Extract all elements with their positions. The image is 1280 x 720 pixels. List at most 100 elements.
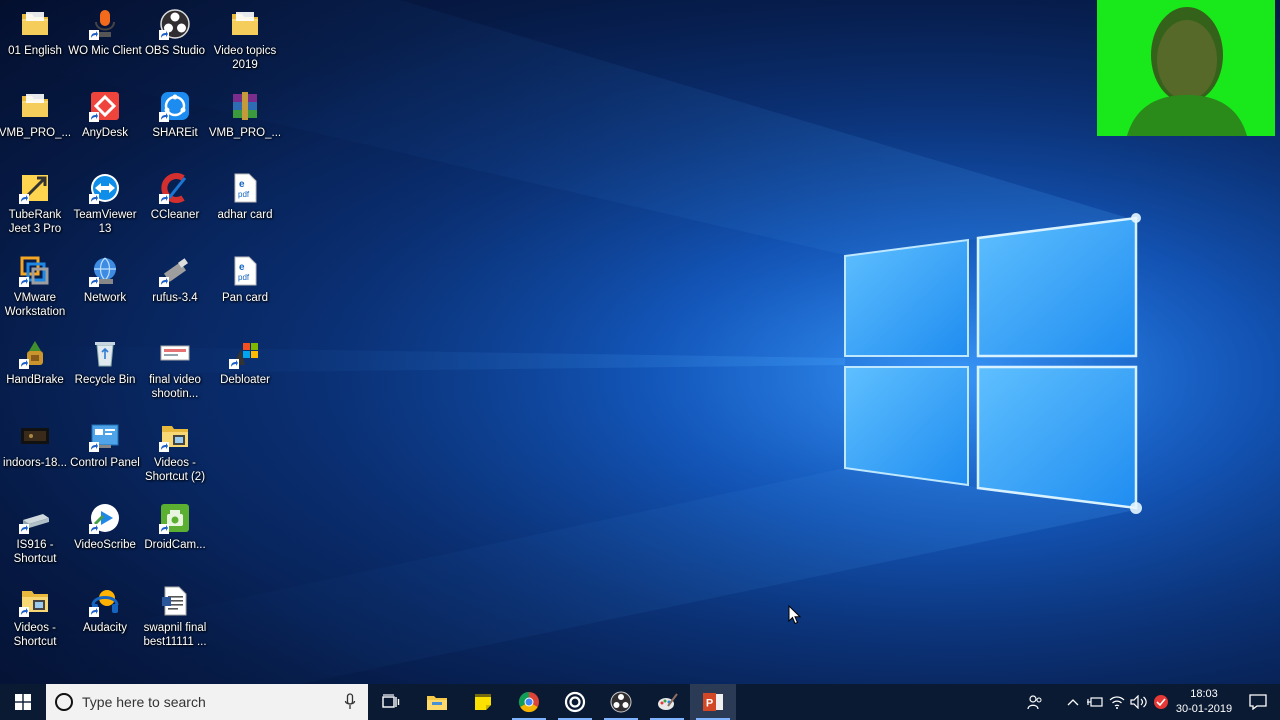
- desktop-icon-label: Videos - Shortcut (2): [144, 457, 206, 483]
- desktop-icon-label: Videos - Shortcut: [13, 622, 57, 648]
- svg-text:e: e: [239, 262, 245, 273]
- file-explorer-button[interactable]: [414, 684, 460, 720]
- desktop-icon[interactable]: Videos - Shortcut (2): [140, 416, 210, 496]
- taskbar: Type here to search P 18:03 30-01-2019: [0, 684, 1280, 720]
- desktop-icon[interactable]: SHAREit: [140, 86, 210, 166]
- winrar-icon: [229, 90, 261, 122]
- vmware-icon: [19, 255, 51, 287]
- desktop-icon[interactable]: OBS Studio: [140, 4, 210, 84]
- desktop-icon-label: TubeRank Jeet 3 Pro: [8, 209, 62, 235]
- desktop-icon[interactable]: HandBrake: [0, 333, 70, 413]
- desktop-icon[interactable]: AnyDesk: [70, 86, 140, 166]
- rufus-icon: [159, 255, 191, 287]
- folder-icon: [229, 8, 261, 40]
- people-button[interactable]: [1024, 684, 1046, 720]
- desktop-icon[interactable]: swapnil final best11111 ...: [140, 581, 210, 661]
- desktop-icon[interactable]: e pdf Pan card: [210, 251, 280, 331]
- audacity-icon: [89, 585, 121, 617]
- desktop-icon-label: Recycle Bin: [74, 374, 136, 386]
- svg-text:e: e: [239, 179, 245, 190]
- desktop-icon-label: indoors-18...: [3, 457, 67, 469]
- desktop-icon[interactable]: VMB_PRO_...: [209, 86, 281, 166]
- obs-icon: [159, 8, 191, 40]
- microphone-icon[interactable]: [344, 693, 356, 711]
- desktop-icon[interactable]: Debloater: [210, 333, 280, 413]
- desktop-icon-label: Debloater: [220, 374, 270, 386]
- desktop-icon[interactable]: Video topics 2019: [210, 4, 280, 84]
- desktop-icon-label: 01 English: [8, 45, 62, 57]
- desktop-icon[interactable]: IS916 - Shortcut: [0, 498, 70, 578]
- battery-tray-button[interactable]: [1084, 684, 1106, 720]
- desktop-icon-label: WO Mic Client: [68, 45, 142, 57]
- desktop-icon[interactable]: TubeRank Jeet 3 Pro: [0, 168, 70, 248]
- desktop-icon-label: Pan card: [221, 292, 269, 304]
- desktop-icon[interactable]: 01 English: [0, 4, 70, 84]
- people-icon: [1027, 695, 1042, 710]
- recorder-button[interactable]: [552, 684, 598, 720]
- volume-tray-button[interactable]: [1128, 684, 1150, 720]
- videos-folder-icon: [159, 420, 191, 452]
- security-tray-button[interactable]: [1150, 684, 1172, 720]
- search-box[interactable]: Type here to search: [46, 684, 368, 720]
- svg-text:P: P: [706, 698, 713, 710]
- desktop-icon-grid: 01 English WO Mic Client OBS Studio Video t…: [0, 0, 290, 680]
- desktop-icon-label: VideoScribe: [74, 539, 136, 551]
- desktop-icon-label: final video shootin...: [149, 374, 201, 400]
- task-view-button[interactable]: [368, 684, 414, 720]
- start-button[interactable]: [0, 684, 46, 720]
- obs-studio-button[interactable]: [598, 684, 644, 720]
- network-icon: [89, 255, 121, 287]
- folder-icon: [19, 8, 51, 40]
- desktop-icon[interactable]: rufus-3.4: [140, 251, 210, 331]
- powerpoint-button[interactable]: P: [690, 684, 736, 720]
- obs-icon: [610, 691, 632, 713]
- shareit-icon: [159, 90, 191, 122]
- action-center-button[interactable]: [1236, 684, 1280, 720]
- desktop-icon[interactable]: Audacity: [70, 581, 140, 661]
- desktop-icon[interactable]: VMware Workstation: [0, 251, 70, 331]
- folder-icon: [19, 90, 51, 122]
- desktop-icon-label: VMware Workstation: [4, 292, 66, 318]
- ccleaner-icon: [159, 172, 191, 204]
- desktop-icon[interactable]: TeamViewer 13: [70, 168, 140, 248]
- pdf-file-icon: e pdf: [229, 172, 261, 204]
- svg-text:pdf: pdf: [238, 273, 250, 282]
- desktop-icon[interactable]: Control Panel: [70, 416, 140, 496]
- desktop-icon[interactable]: Network: [70, 251, 140, 331]
- power-plug-icon: [1087, 697, 1103, 707]
- desktop-icon-label: Control Panel: [70, 457, 140, 469]
- desktop-icon[interactable]: Recycle Bin: [70, 333, 140, 413]
- paint-app-button[interactable]: [644, 684, 690, 720]
- desktop-icon[interactable]: e pdf adhar card: [210, 168, 280, 248]
- drive-shortcut-icon: [19, 502, 51, 534]
- antivirus-icon: [1154, 695, 1168, 709]
- network-tray-button[interactable]: [1106, 684, 1128, 720]
- clock-date: 30-01-2019: [1175, 703, 1233, 715]
- desktop-icon[interactable]: Videos - Shortcut: [0, 581, 70, 661]
- chrome-button[interactable]: [506, 684, 552, 720]
- desktop-icon[interactable]: indoors-18...: [0, 416, 70, 496]
- tuberank-icon: [19, 172, 51, 204]
- desktop-icon[interactable]: final video shootin...: [140, 333, 210, 413]
- sticky-notes-button[interactable]: [460, 684, 506, 720]
- taskbar-clock[interactable]: 18:03 30-01-2019: [1172, 687, 1236, 717]
- desktop-icon[interactable]: DroidCam...: [140, 498, 210, 578]
- desktop-icon-label: CCleaner: [150, 209, 200, 221]
- desktop-icon[interactable]: CCleaner: [140, 168, 210, 248]
- desktop-icon[interactable]: VideoScribe: [70, 498, 140, 578]
- desktop-icon-label: HandBrake: [6, 374, 64, 386]
- desktop-icon[interactable]: WO Mic Client: [68, 4, 142, 84]
- desktop-icon-label: Video topics 2019: [213, 45, 277, 71]
- pdf-file-icon: e pdf: [229, 255, 261, 287]
- mouse-cursor-icon: [788, 604, 802, 630]
- desktop-icon-label: VMB_PRO_...: [0, 127, 72, 139]
- notification-icon: [1249, 694, 1267, 710]
- desktop-icon-label: OBS Studio: [144, 45, 206, 57]
- record-icon: [564, 691, 586, 713]
- desktop-icon[interactable]: VMB_PRO_...: [0, 86, 72, 166]
- svg-text:pdf: pdf: [238, 190, 250, 199]
- debloater-icon: [229, 337, 261, 369]
- show-hidden-icons-button[interactable]: [1062, 684, 1084, 720]
- handbrake-icon: [19, 337, 51, 369]
